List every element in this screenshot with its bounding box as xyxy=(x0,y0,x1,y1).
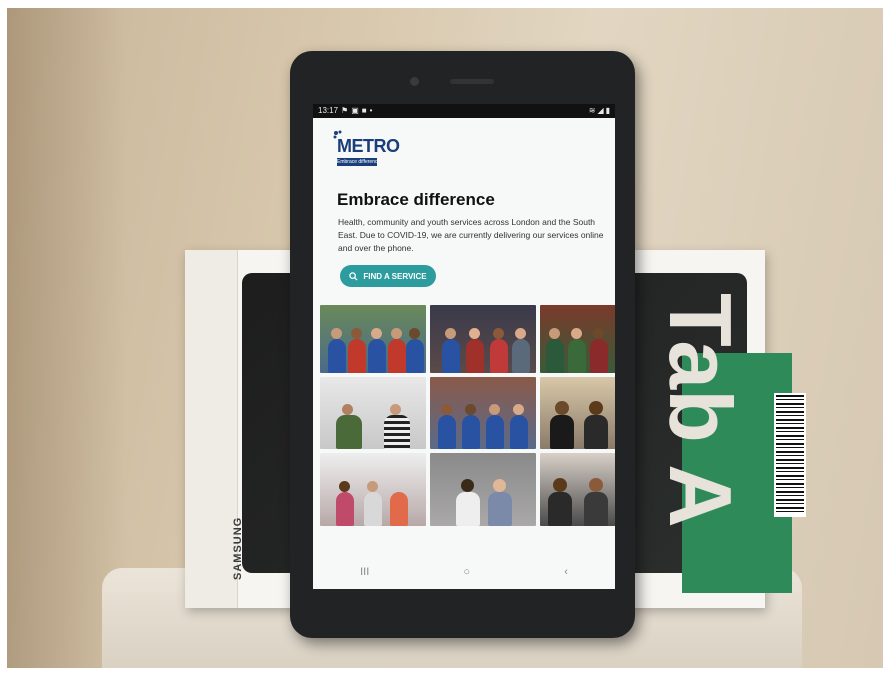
photo-background: Tab A SAMSUNG 13:17 ⚑ ▣ ■ • ≋ ◢ ▮ METRO … xyxy=(7,8,883,668)
photo-tile[interactable] xyxy=(430,377,536,449)
photo-tile[interactable] xyxy=(320,305,426,373)
signal-icon: ◢ xyxy=(597,106,604,115)
earpiece-speaker xyxy=(450,79,494,84)
photo-tile[interactable] xyxy=(320,453,426,526)
logo-tagline: Embrace difference xyxy=(337,158,377,166)
dot-icon: • xyxy=(369,106,373,115)
photo-tile[interactable] xyxy=(430,305,536,373)
photo-tile[interactable] xyxy=(540,377,615,449)
front-camera xyxy=(410,77,419,86)
find-a-service-label: FIND A SERVICE xyxy=(363,271,427,281)
search-icon xyxy=(349,271,358,281)
box-brand: SAMSUNG xyxy=(232,516,244,580)
recent-apps-button[interactable]: III xyxy=(360,566,369,578)
metro-logo[interactable]: METRO Embrace difference xyxy=(333,130,400,168)
logo-wordmark: METRO xyxy=(337,136,400,156)
notification-icon: ⚑ xyxy=(341,106,349,115)
battery-icon: ▮ xyxy=(605,106,610,115)
photo-grid xyxy=(320,305,615,528)
image-icon: ▣ xyxy=(351,106,359,115)
message-icon: ■ xyxy=(361,106,367,115)
status-bar: 13:17 ⚑ ▣ ■ • ≋ ◢ ▮ xyxy=(313,104,615,118)
home-button[interactable]: ○ xyxy=(463,566,470,578)
tablet-screen: 13:17 ⚑ ▣ ■ • ≋ ◢ ▮ METRO Embrace differ… xyxy=(313,104,615,589)
box-side-panel xyxy=(185,250,238,608)
barcode xyxy=(774,393,806,517)
photo-tile[interactable] xyxy=(540,453,615,526)
page-title: Embrace difference xyxy=(337,190,495,209)
photo-tile[interactable] xyxy=(430,453,536,526)
intro-text: Health, community and youth services acr… xyxy=(338,217,604,253)
photo-tile[interactable] xyxy=(320,377,426,449)
tablet-device: 13:17 ⚑ ▣ ■ • ≋ ◢ ▮ METRO Embrace differ… xyxy=(290,51,635,638)
wifi-icon: ≋ xyxy=(588,106,596,115)
find-a-service-button[interactable]: FIND A SERVICE xyxy=(340,265,436,287)
box-lettering: Tab A xyxy=(651,293,750,528)
back-button[interactable]: ‹ xyxy=(564,566,568,578)
photo-tile[interactable] xyxy=(540,305,615,373)
status-time: 13:17 xyxy=(318,106,339,115)
wall-shadow xyxy=(7,8,127,668)
system-nav-bar: III ○ ‹ xyxy=(313,555,615,589)
